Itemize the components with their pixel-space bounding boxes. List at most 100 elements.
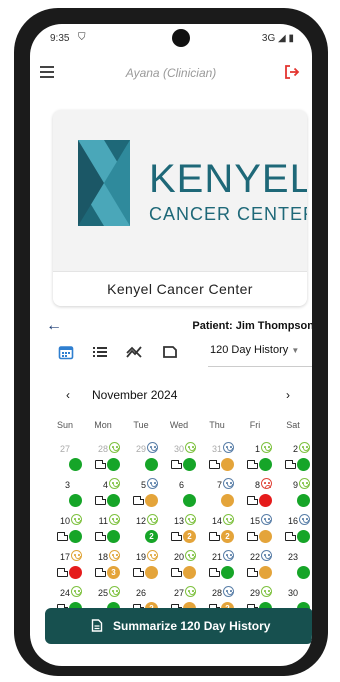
next-month-button[interactable]: › — [286, 388, 290, 402]
calendar-day[interactable]: 31 — [196, 442, 234, 478]
status-dot: 2 — [183, 530, 196, 543]
day-number: 28 — [211, 588, 222, 598]
note-icon — [247, 496, 258, 505]
shield-icon: ⛉ — [78, 32, 86, 43]
status-dot — [69, 458, 82, 471]
month-label: November 2024 — [92, 388, 178, 402]
calendar-day[interactable]: 5 — [120, 478, 158, 514]
status-dot — [297, 458, 310, 471]
history-range-value: 120 Day History — [210, 344, 289, 356]
status-dot — [221, 566, 234, 579]
day-number: 31 — [211, 444, 222, 454]
prev-month-button[interactable]: ‹ — [66, 388, 70, 402]
smile-face-icon — [223, 478, 234, 489]
smile-face-icon — [223, 442, 234, 453]
weekday-tue: Tue — [133, 420, 149, 430]
calendar-day[interactable]: 22 — [234, 550, 272, 586]
weekday-wed: Wed — [169, 420, 189, 430]
day-number: 30 — [173, 444, 184, 454]
calendar-day[interactable]: 28 — [82, 442, 120, 478]
calendar-day[interactable]: 7 — [196, 478, 234, 514]
calendar-day[interactable]: 21 — [196, 550, 234, 586]
day-number: 2 — [292, 444, 298, 454]
calendar-day[interactable]: 3 — [44, 478, 82, 514]
network-status: 3G ◢ ▮ — [261, 33, 294, 44]
note-icon — [247, 460, 258, 469]
day-number: 18 — [97, 552, 108, 562]
calendar-day[interactable]: 14 2 — [196, 514, 234, 550]
weekday-sat: Sat — [286, 420, 300, 430]
smile-face-icon — [147, 442, 158, 453]
calendar-day[interactable]: 13 2 — [158, 514, 196, 550]
calendar-day[interactable]: 8 — [234, 478, 272, 514]
smile-face-icon — [223, 514, 234, 525]
note-icon — [133, 568, 144, 577]
calendar-day[interactable]: 30 — [158, 442, 196, 478]
smile-face-icon — [185, 442, 196, 453]
day-number: 26 — [135, 588, 146, 598]
calendar-day[interactable]: 9 — [272, 478, 310, 514]
note-icon — [209, 460, 220, 469]
list-view-icon[interactable] — [92, 344, 108, 360]
calendar-day[interactable]: 12 2 — [120, 514, 158, 550]
smile-face-icon — [147, 550, 158, 561]
note-icon — [95, 496, 106, 505]
note-icon — [209, 532, 220, 541]
calendar-day[interactable]: 1 — [234, 442, 272, 478]
clinic-card[interactable]: KENYEL CANCER CENTER Kenyel Cancer Cente… — [53, 110, 307, 306]
calendar-day[interactable]: 19 — [120, 550, 158, 586]
note-icon — [133, 496, 144, 505]
smile-face-icon — [185, 550, 196, 561]
calendar-day[interactable]: 17 — [44, 550, 82, 586]
day-number: 25 — [97, 588, 108, 598]
note-icon — [247, 568, 258, 577]
weekday-fri: Fri — [249, 420, 261, 430]
status-dot — [221, 494, 234, 507]
app-bar: Ayana (Clinician) — [30, 58, 312, 90]
logo-wordmark: KENYEL — [149, 157, 307, 201]
note-icon — [285, 532, 296, 541]
calendar-day[interactable]: 10 — [44, 514, 82, 550]
status-dot — [107, 458, 120, 471]
day-number: 16 — [287, 516, 298, 526]
smile-face-icon — [71, 550, 82, 561]
day-number: 24 — [59, 588, 70, 598]
trend-view-icon[interactable] — [126, 344, 142, 360]
calendar-day[interactable]: 16 — [272, 514, 310, 550]
summarize-button[interactable]: Summarize 120 Day History — [45, 608, 312, 644]
calendar-day[interactable]: 20 — [158, 550, 196, 586]
logout-icon[interactable] — [284, 64, 300, 80]
day-number: 12 — [135, 516, 146, 526]
smile-face-icon — [261, 550, 272, 561]
smile-face-icon — [147, 478, 158, 489]
day-number: 27 — [173, 588, 184, 598]
calendar-day[interactable]: 6 — [158, 478, 196, 514]
calendar-day[interactable]: 15 — [234, 514, 272, 550]
calendar-day[interactable]: 18 3 — [82, 550, 120, 586]
notes-view-icon[interactable] — [162, 344, 178, 360]
status-dot — [259, 494, 272, 507]
calendar-day[interactable]: 29 — [120, 442, 158, 478]
status-dot — [221, 458, 234, 471]
calendar-day[interactable]: 23 — [272, 550, 310, 586]
smile-face-icon — [109, 478, 120, 489]
day-number: 13 — [173, 516, 184, 526]
calendar-day[interactable]: 2 — [272, 442, 310, 478]
status-dot — [107, 530, 120, 543]
smile-face-icon — [71, 586, 82, 597]
calendar-view-icon[interactable] — [58, 344, 74, 360]
smile-face-icon — [299, 514, 310, 525]
day-number: 4 — [102, 480, 108, 490]
history-range-select[interactable]: 120 Day History ▼ — [210, 344, 299, 356]
back-arrow-icon[interactable]: ← — [46, 318, 62, 334]
calendar-day[interactable]: 11 — [82, 514, 120, 550]
smile-face-icon — [299, 442, 310, 453]
day-number: 14 — [211, 516, 222, 526]
status-dot — [69, 530, 82, 543]
smile-face-icon — [223, 586, 234, 597]
calendar-day[interactable]: 4 — [82, 478, 120, 514]
status-dot: 2 — [221, 530, 234, 543]
calendar-day[interactable]: 27 — [44, 442, 82, 478]
smile-face-icon — [109, 586, 120, 597]
day-number: 29 — [249, 588, 260, 598]
